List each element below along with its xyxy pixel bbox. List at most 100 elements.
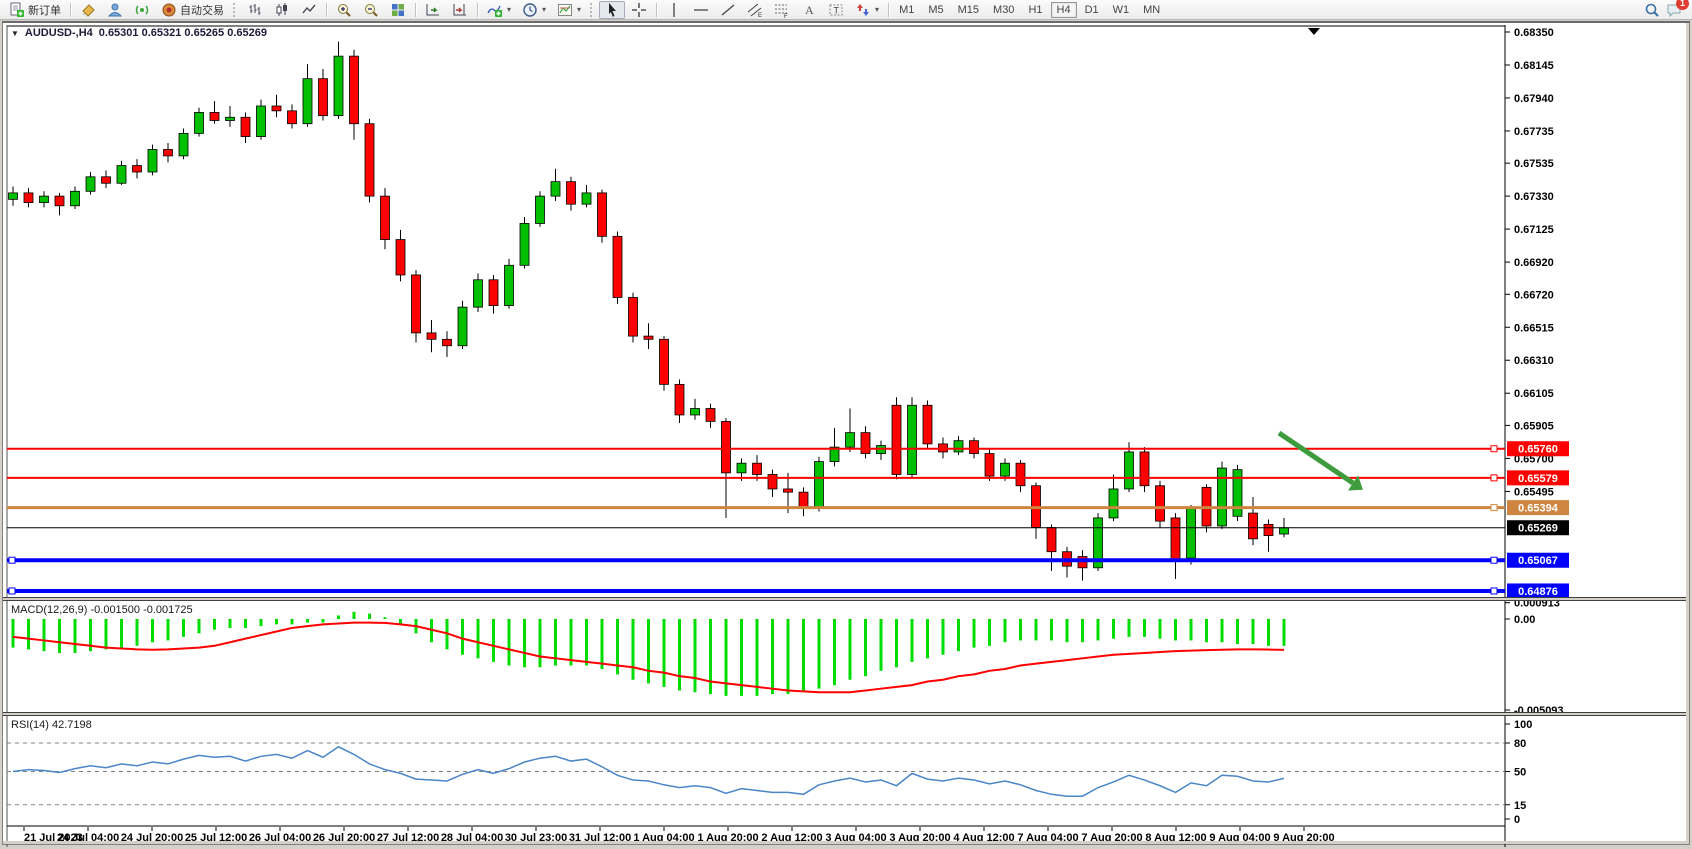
- candle-body: [799, 492, 808, 508]
- toolbar-drag-handle[interactable]: [233, 3, 238, 17]
- candle-body: [737, 463, 746, 473]
- candle-body: [1233, 470, 1242, 517]
- rsi-level-label: 80: [1514, 738, 1526, 750]
- candle-body: [71, 191, 80, 205]
- candle-body: [133, 166, 142, 172]
- candle-body: [567, 182, 576, 205]
- line-anchor-handle[interactable]: [9, 588, 15, 594]
- toolbar-separator: [70, 3, 71, 17]
- line-anchor-handle[interactable]: [1491, 446, 1497, 452]
- timeframe-M15[interactable]: M15: [952, 2, 985, 18]
- candle-body: [846, 433, 855, 447]
- cursor-button[interactable]: [599, 1, 625, 19]
- candle-body: [412, 275, 421, 333]
- fibonacci-icon: F: [774, 2, 790, 18]
- timeframe-H1[interactable]: H1: [1022, 2, 1048, 18]
- text-label-button[interactable]: T: [823, 1, 849, 19]
- candle-body: [861, 433, 870, 454]
- toolbar-separator: [656, 3, 657, 17]
- chart-shift-marker[interactable]: [1308, 28, 1320, 35]
- candle-body: [1249, 513, 1258, 539]
- timeframe-MN[interactable]: MN: [1137, 2, 1166, 18]
- candle-body: [536, 196, 545, 223]
- price-tick-label: 0.67125: [1514, 224, 1554, 236]
- zoom-out-icon: [363, 2, 379, 18]
- line-chart-button[interactable]: [296, 1, 322, 19]
- auto-scroll-button[interactable]: [420, 1, 446, 19]
- line-anchor-handle[interactable]: [1491, 557, 1497, 563]
- indicators-button[interactable]: ▾: [482, 1, 516, 19]
- text-icon: A: [801, 2, 817, 18]
- timeframe-H4[interactable]: H4: [1051, 2, 1077, 18]
- horizontal-line-button[interactable]: [688, 1, 714, 19]
- periods-button[interactable]: ▾: [517, 1, 551, 19]
- crosshair-button[interactable]: [626, 1, 652, 19]
- bar-chart-button[interactable]: [242, 1, 268, 19]
- candle-body: [520, 223, 529, 265]
- line-anchor-handle[interactable]: [9, 557, 15, 563]
- candle-body: [691, 409, 700, 415]
- candle-body: [489, 280, 498, 306]
- new-order-button[interactable]: 新订单: [4, 1, 66, 19]
- timeframe-D1[interactable]: D1: [1079, 2, 1105, 18]
- candle-body: [1187, 508, 1196, 558]
- candlestick-button[interactable]: [269, 1, 295, 19]
- templates-button[interactable]: ▾: [552, 1, 586, 19]
- candle-body: [427, 333, 436, 339]
- zoom-in-icon: [336, 2, 352, 18]
- zoom-in-button[interactable]: [331, 1, 357, 19]
- candle-body: [1171, 518, 1180, 561]
- macd-indicator-label: MACD(12,26,9) -0.001500 -0.001725: [11, 604, 193, 616]
- auto-trading-button[interactable]: 自动交易: [156, 1, 229, 19]
- candle-body: [396, 240, 405, 275]
- candle-body: [923, 405, 932, 444]
- panel-separator[interactable]: [3, 597, 1689, 601]
- chart-window: ▼ AUDUSD-,H4 0.65301 0.65321 0.65265 0.6…: [2, 21, 1690, 845]
- search-icon[interactable]: [1644, 2, 1660, 18]
- panel-separator[interactable]: [3, 712, 1689, 716]
- arrows-button[interactable]: ▾: [850, 1, 884, 19]
- chart-root: ▼ AUDUSD-,H4 0.65301 0.65321 0.65265 0.6…: [3, 23, 1689, 844]
- candle-body: [753, 463, 762, 474]
- candle-body: [474, 280, 483, 307]
- notifications-container[interactable]: 1: [1666, 2, 1682, 18]
- text-button[interactable]: A: [796, 1, 822, 19]
- vertical-line-button[interactable]: [661, 1, 687, 19]
- line-anchor-handle[interactable]: [1491, 588, 1497, 594]
- indicators-icon: [487, 2, 503, 18]
- paint-bucket-icon: [80, 2, 96, 18]
- rsi-level-label: 50: [1514, 767, 1526, 779]
- rsi-level-label: 15: [1514, 800, 1526, 812]
- toolbar-drag-handle[interactable]: [590, 3, 595, 17]
- line-anchor-handle[interactable]: [1491, 505, 1497, 511]
- candle-body: [102, 177, 111, 183]
- timeframe-W1[interactable]: W1: [1107, 2, 1136, 18]
- trend-arrow-line[interactable]: [1279, 433, 1353, 483]
- toolbar-right-group: 1: [1644, 2, 1688, 18]
- community-button[interactable]: [102, 1, 128, 19]
- zoom-out-button[interactable]: [358, 1, 384, 19]
- label-icon: T: [828, 2, 844, 18]
- timeframe-M5[interactable]: M5: [922, 2, 949, 18]
- chart-shift-button[interactable]: [447, 1, 473, 19]
- timeframe-M1[interactable]: M1: [893, 2, 920, 18]
- fibonacci-button[interactable]: F: [769, 1, 795, 19]
- signals-button[interactable]: [129, 1, 155, 19]
- equidistant-channel-button[interactable]: E: [742, 1, 768, 19]
- price-chart-plot[interactable]: 0.683500.681450.679400.677350.675350.673…: [3, 23, 1691, 847]
- mt4-application: 新订单 自动交易: [0, 0, 1692, 849]
- cursor-icon: [604, 2, 620, 18]
- window-right-edge: [1686, 23, 1689, 844]
- timeframe-group: M1M5M15M30H1H4D1W1MN: [893, 2, 1166, 18]
- candle-body: [164, 149, 173, 155]
- price-tick-label: 0.66310: [1514, 355, 1554, 367]
- tile-windows-button[interactable]: [385, 1, 411, 19]
- price-tick-label: 0.67535: [1514, 158, 1554, 170]
- trendline-button[interactable]: [715, 1, 741, 19]
- candle-body: [1264, 524, 1273, 535]
- auto-trading-label: 自动交易: [180, 2, 224, 18]
- timeframe-M30[interactable]: M30: [987, 2, 1020, 18]
- paint-bucket-button[interactable]: [75, 1, 101, 19]
- candle-body: [210, 112, 219, 120]
- line-anchor-handle[interactable]: [1491, 475, 1497, 481]
